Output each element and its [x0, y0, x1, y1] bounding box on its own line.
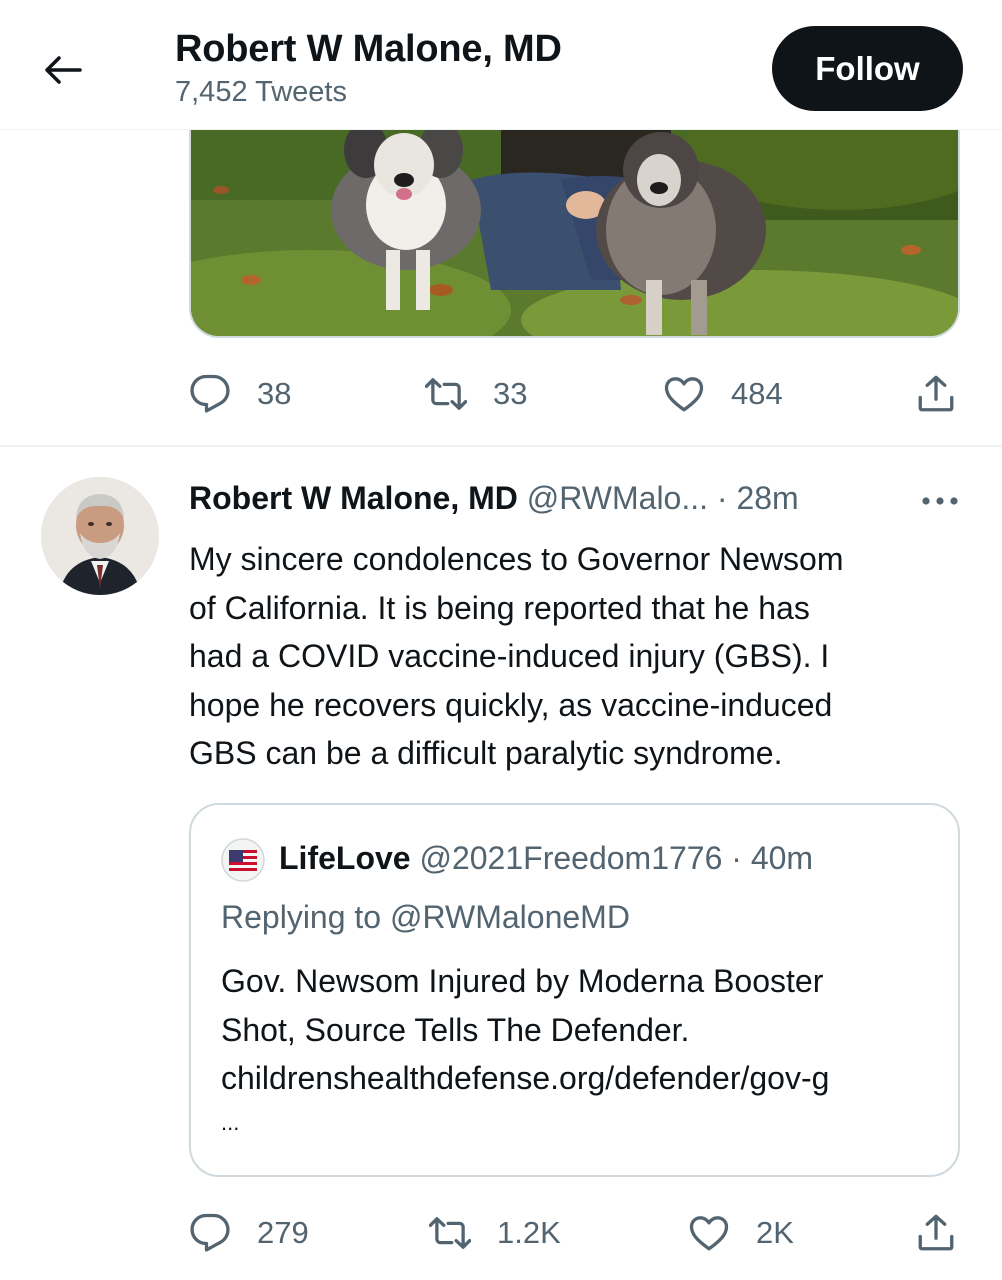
tweet-text-line: hope he recovers quickly, as vaccine-ind…: [189, 686, 833, 723]
quoted-author-name: LifeLove: [279, 840, 411, 876]
reply-count: 38: [257, 376, 292, 411]
quoted-author-handle: @2021Freedom1776: [419, 840, 723, 876]
author-name[interactable]: Robert W Malone, MD: [189, 480, 518, 516]
quoted-header: LifeLove @2021Freedom1776 · 40m: [279, 840, 813, 877]
tweet-actions: 279 1.2K 2K: [189, 1208, 960, 1258]
share-button[interactable]: [915, 1208, 957, 1258]
quoted-time: 40m: [750, 840, 814, 876]
quoted-avatar: [221, 838, 265, 882]
retweet-count: 1.2K: [497, 1215, 561, 1250]
quoted-meta-separator: ·: [731, 840, 742, 876]
retweet-icon: [425, 378, 467, 410]
prev-tweet-actions: 38 33 484: [189, 369, 960, 419]
like-count: 484: [731, 376, 783, 411]
page-title: Robert W Malone, MD: [175, 28, 562, 70]
tweet-text-line: My sincere condolences to Governor Newso…: [189, 541, 844, 577]
avatar[interactable]: [41, 477, 159, 595]
retweet-button[interactable]: 33: [425, 369, 527, 419]
reply-icon: [190, 1213, 230, 1252]
retweet-button[interactable]: 1.2K: [429, 1208, 561, 1258]
retweet-count: 33: [493, 376, 528, 411]
dogs-photo-image: [191, 110, 958, 336]
tweet-count: 7,452 Tweets: [175, 76, 347, 108]
profile-header: Robert W Malone, MD 7,452 Tweets Follow: [0, 0, 1002, 130]
tweet-text: My sincere condolences to Governor Newso…: [189, 535, 949, 778]
tweet-divider: [0, 445, 1002, 447]
quoted-text: Gov. Newsom Injured by Moderna Booster S…: [221, 957, 936, 1143]
tweet-text-line: had a COVID vaccine-induced injury (GBS)…: [189, 638, 830, 674]
tweet-time[interactable]: 28m: [736, 480, 798, 516]
share-icon: [918, 375, 954, 412]
retweet-icon: [429, 1217, 471, 1249]
author-handle[interactable]: @RWMalo...: [527, 480, 708, 516]
heart-icon: [664, 377, 704, 412]
replying-to: Replying to @RWMaloneMD: [221, 899, 630, 935]
quoted-text-line: Shot, Source Tells The Defender.: [221, 1011, 690, 1048]
quoted-text-ellipsis: ...: [221, 1109, 240, 1135]
more-options-button[interactable]: [915, 483, 965, 519]
share-button[interactable]: [915, 369, 957, 419]
more-icon: [922, 497, 958, 505]
quoted-tweet[interactable]: LifeLove @2021Freedom1776 · 40m Replying…: [189, 803, 960, 1177]
quoted-text-line: childrenshealthdefense.org/defender/gov-…: [221, 1060, 830, 1096]
follow-button[interactable]: Follow: [772, 26, 963, 111]
like-count: 2K: [756, 1215, 794, 1250]
reply-icon: [190, 374, 230, 413]
meta-separator: ·: [716, 480, 728, 516]
like-button[interactable]: 484: [663, 369, 783, 419]
tweet-header: Robert W Malone, MD @RWMalo... · 28m: [189, 480, 799, 517]
profile-photo-image: [41, 477, 159, 595]
tweet-text-line: GBS can be a difficult paralytic syndrom…: [189, 735, 783, 771]
reply-button[interactable]: 38: [189, 369, 291, 419]
heart-icon: [689, 1216, 729, 1251]
like-button[interactable]: 2K: [688, 1208, 794, 1258]
back-button[interactable]: [38, 45, 88, 95]
quoted-text-line: Gov. Newsom Injured by Moderna Booster: [221, 963, 824, 999]
arrow-left-icon: [45, 56, 82, 84]
tweet-photo[interactable]: [189, 110, 960, 338]
reply-button[interactable]: 279: [189, 1208, 309, 1258]
reply-count: 279: [257, 1215, 309, 1250]
flag-avatar-image: [221, 838, 265, 882]
tweet-text-line: of California. It is being reported that…: [189, 589, 810, 626]
share-icon: [918, 1214, 954, 1251]
